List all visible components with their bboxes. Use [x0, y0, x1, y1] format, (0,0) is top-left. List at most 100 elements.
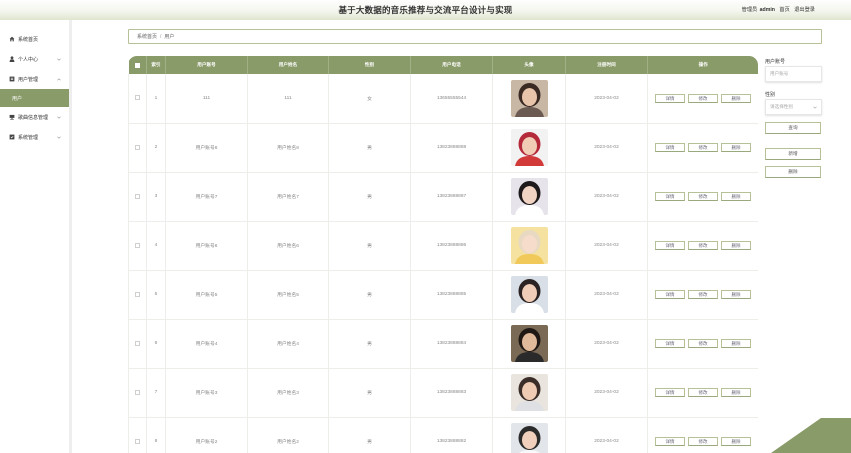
cell-actions: 详情 修改 删除 — [647, 417, 758, 453]
cell-index: 2 — [146, 123, 166, 173]
sidebar-item-label: 用户管理 — [18, 76, 39, 83]
cell-gender: 男 — [328, 270, 411, 320]
gender-placeholder: 请选择性别 — [770, 104, 793, 109]
cell-name: 用户姓名8 — [247, 123, 329, 173]
cell-actions: 详情 修改 删除 — [647, 270, 758, 320]
delete-button[interactable]: 删除 — [721, 339, 751, 348]
row-checkbox[interactable] — [135, 389, 140, 395]
home-link[interactable]: 首页 — [779, 7, 789, 13]
cell-gender: 男 — [328, 368, 411, 418]
table-row: 1 111 111 女 13655555544 2023-04-02 详情 修改 删除 — [128, 74, 758, 124]
sidebar-item-users[interactable]: 用户 — [0, 89, 69, 107]
gender-label: 性别 — [765, 92, 776, 98]
edit-button[interactable]: 修改 — [688, 241, 718, 250]
batch-delete-button[interactable]: 删除 — [765, 166, 821, 178]
chevron-down-icon — [56, 56, 62, 62]
detail-button[interactable]: 详情 — [655, 388, 685, 397]
avatar — [510, 325, 548, 362]
detail-button[interactable]: 详情 — [655, 241, 685, 250]
row-checkbox[interactable] — [135, 340, 140, 346]
column-header: 用户账号 — [165, 56, 248, 74]
edit-button[interactable]: 修改 — [688, 93, 718, 103]
delete-button[interactable]: 删除 — [721, 192, 751, 201]
row-select-cell — [128, 221, 147, 271]
user-area: 管理员 admin 首页 退出登录 — [739, 6, 815, 13]
detail-button[interactable]: 详情 — [655, 143, 685, 152]
cell-index: 8 — [146, 417, 166, 453]
gender-select[interactable]: 请选择性别 — [765, 99, 822, 115]
cell-actions: 详情 修改 删除 — [647, 172, 758, 222]
column-header: 索引 — [146, 56, 166, 74]
edit-button[interactable]: 修改 — [688, 388, 718, 397]
delete-button[interactable]: 删除 — [721, 290, 751, 299]
column-header: 头像 — [492, 56, 566, 74]
cell-avatar — [492, 172, 566, 222]
cell-avatar — [492, 319, 566, 369]
edit-button[interactable]: 修改 — [688, 143, 718, 152]
user-table: 索引 用户账号 用户姓名 性别 用户电话 头像 注册时间 操作 1 111 111 女… — [128, 56, 758, 453]
search-button[interactable]: 查询 — [765, 122, 821, 134]
edit-button[interactable]: 修改 — [688, 290, 718, 299]
delete-button[interactable]: 删除 — [721, 241, 751, 250]
detail-button[interactable]: 详情 — [655, 339, 685, 348]
row-checkbox[interactable] — [135, 291, 140, 297]
logout-link[interactable]: 退出登录 — [794, 7, 815, 13]
avatar — [510, 423, 548, 453]
cell-phone: 13823888883 — [410, 368, 493, 418]
breadcrumb-home[interactable]: 系统首页 — [137, 33, 157, 40]
row-checkbox[interactable] — [135, 242, 140, 248]
username: admin — [759, 7, 775, 13]
select-all-checkbox[interactable] — [134, 62, 140, 68]
table-row: 8 用户账号2 用户姓名2 男 13823888882 2023-04-02 详情 修改 删除 — [128, 417, 758, 453]
detail-button[interactable]: 详情 — [655, 93, 685, 103]
breadcrumb-separator: / — [160, 33, 162, 40]
avatar — [510, 374, 548, 411]
delete-button[interactable]: 删除 — [721, 388, 751, 397]
table-row: 6 用户账号4 用户姓名4 男 13823888884 2023-04-02 详情 修改 删除 — [128, 319, 758, 369]
detail-button[interactable]: 详情 — [655, 192, 685, 201]
sidebar-item-home[interactable]: 系统首页 — [0, 29, 69, 49]
cell-gender: 女 — [328, 74, 411, 124]
cell-name: 用户姓名2 — [247, 417, 329, 453]
music-icon — [8, 114, 15, 121]
cell-phone: 13823888888 — [410, 123, 493, 173]
detail-button[interactable]: 详情 — [655, 437, 685, 446]
cell-avatar — [492, 74, 566, 124]
sidebar-item-system-management[interactable]: 系统管理 — [0, 127, 69, 147]
add-button[interactable]: 新增 — [765, 148, 821, 160]
row-checkbox[interactable] — [135, 144, 140, 150]
row-checkbox[interactable] — [135, 193, 140, 199]
cell-register-date: 2023-04-02 — [565, 270, 648, 320]
column-header: 用户姓名 — [247, 56, 329, 74]
cell-account: 用户账号8 — [165, 123, 248, 173]
edit-button[interactable]: 修改 — [688, 437, 718, 446]
row-checkbox[interactable] — [135, 95, 140, 101]
delete-button[interactable]: 删除 — [721, 143, 751, 152]
sidebar-item-label: 系统首页 — [18, 36, 39, 43]
sidebar-item-user-management[interactable]: 用户管理 — [0, 69, 69, 89]
settings-icon — [8, 134, 15, 141]
row-checkbox[interactable] — [135, 438, 140, 444]
cell-register-date: 2023-04-02 — [565, 417, 648, 453]
edit-button[interactable]: 修改 — [688, 339, 718, 348]
edit-button[interactable]: 修改 — [688, 192, 718, 201]
detail-button[interactable]: 详情 — [655, 290, 685, 299]
table-row: 5 用户账号5 用户姓名5 男 13823888885 2023-04-02 详情 修改 删除 — [128, 270, 758, 320]
avatar — [510, 227, 548, 264]
cell-index: 4 — [146, 221, 166, 271]
cell-register-date: 2023-04-02 — [565, 172, 648, 222]
row-select-cell — [128, 368, 147, 418]
cell-register-date: 2023-04-02 — [565, 123, 648, 173]
table-row: 7 用户账号3 用户姓名3 男 13823888883 2023-04-02 详情 修改 删除 — [128, 368, 758, 418]
sidebar-item-profile[interactable]: 个人中心 — [0, 49, 69, 69]
delete-button[interactable]: 删除 — [721, 93, 751, 103]
cell-actions: 详情 修改 删除 — [647, 221, 758, 271]
top-header: 基于大数据的音乐推荐与交流平台设计与实现 管理员 admin 首页 退出登录 — [0, 0, 851, 20]
cell-actions: 详情 修改 删除 — [647, 74, 758, 124]
cell-gender: 男 — [328, 319, 411, 369]
account-search-input[interactable]: 用户账号 — [765, 66, 822, 82]
cell-index: 6 — [146, 319, 166, 369]
sidebar-item-song-management[interactable]: 歌曲信息管理 — [0, 107, 69, 127]
row-select-cell — [128, 172, 147, 222]
delete-button[interactable]: 删除 — [721, 437, 751, 446]
